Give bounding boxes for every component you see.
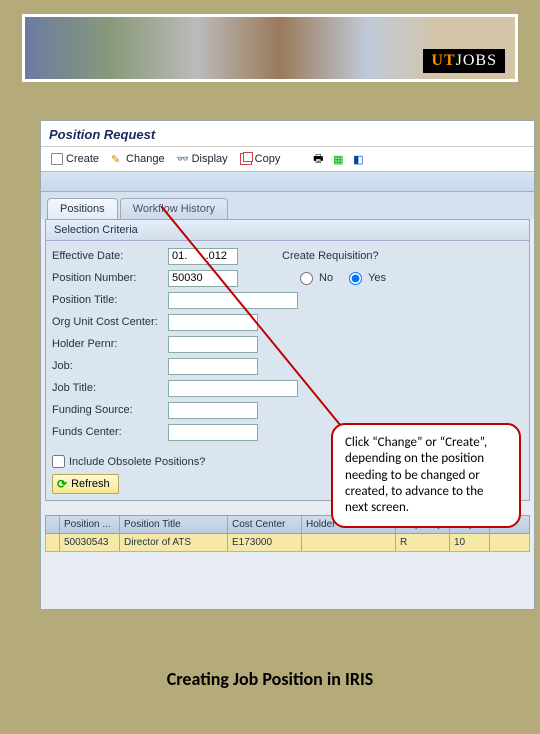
- funds-center-input[interactable]: [168, 424, 258, 441]
- create-button[interactable]: Create: [47, 151, 103, 167]
- grid-header-select[interactable]: [46, 516, 60, 533]
- holder-pernr-label: Holder Pernr:: [52, 338, 164, 350]
- funding-source-input[interactable]: [168, 402, 258, 419]
- row-position: 50030543: [60, 534, 120, 551]
- document-icon: [51, 153, 63, 165]
- row-title: Director of ATS: [120, 534, 228, 551]
- window-title: Position Request: [41, 121, 534, 147]
- change-label: Change: [126, 153, 165, 165]
- slide-caption: Creating Job Position in IRIS: [0, 668, 540, 690]
- effective-date-label: Effective Date:: [52, 250, 164, 262]
- copy-button[interactable]: Copy: [236, 151, 285, 167]
- include-obsolete-label: Include Obsolete Positions?: [69, 456, 205, 468]
- tabstrip: Positions Workflow History: [41, 192, 534, 219]
- glasses-icon: [177, 153, 189, 165]
- row-emp-grp: R: [396, 534, 450, 551]
- row-selector[interactable]: [46, 534, 60, 551]
- header-banner: UTJOBS: [22, 14, 518, 82]
- ut-jobs-logo: UTJOBS: [423, 49, 505, 73]
- copy-label: Copy: [255, 153, 281, 165]
- subheader: [41, 172, 534, 192]
- grid-header-title[interactable]: Position Title: [120, 516, 228, 533]
- yes-label: Yes: [368, 272, 386, 284]
- logo-prefix: UT: [431, 52, 455, 69]
- display-button[interactable]: Display: [173, 151, 232, 167]
- job-input[interactable]: [168, 358, 258, 375]
- effective-date-input[interactable]: [168, 248, 238, 265]
- instruction-callout: Click “Change” or “Create”, depending on…: [331, 423, 521, 528]
- requisition-yes-radio[interactable]: [349, 272, 362, 285]
- change-button[interactable]: Change: [107, 151, 169, 167]
- position-number-label: Position Number:: [52, 272, 164, 284]
- funding-source-label: Funding Source:: [52, 404, 164, 416]
- position-number-input[interactable]: [168, 270, 238, 287]
- panel-title: Selection Criteria: [46, 220, 529, 241]
- job-title-label: Job Title:: [52, 382, 164, 394]
- print-button[interactable]: 🖶: [310, 151, 326, 167]
- settings-button[interactable]: ◧: [350, 151, 366, 167]
- create-label: Create: [66, 153, 99, 165]
- tab-positions[interactable]: Positions: [47, 198, 118, 219]
- row-cost-center: E173000: [228, 534, 302, 551]
- funds-center-label: Funds Center:: [52, 426, 164, 438]
- logo-suffix: JOBS: [456, 52, 497, 69]
- position-title-input[interactable]: [168, 292, 298, 309]
- org-unit-label: Org Unit Cost Center:: [52, 316, 164, 328]
- pencil-icon: [111, 153, 123, 165]
- row-holder: [302, 534, 396, 551]
- toolbar: Create Change Display Copy 🖶 ▦ ◧: [41, 147, 534, 172]
- job-title-input[interactable]: [168, 380, 298, 397]
- requisition-no-radio[interactable]: [300, 272, 313, 285]
- position-title-label: Position Title:: [52, 294, 164, 306]
- copy-icon: [240, 153, 252, 165]
- export-button[interactable]: ▦: [330, 151, 346, 167]
- display-label: Display: [192, 153, 228, 165]
- row-emp-sub: 10: [450, 534, 490, 551]
- refresh-icon: [57, 477, 67, 491]
- refresh-label: Refresh: [71, 478, 110, 490]
- org-unit-input[interactable]: [168, 314, 258, 331]
- grid-header-position[interactable]: Position ...: [60, 516, 120, 533]
- refresh-button[interactable]: Refresh: [52, 474, 119, 494]
- tab-workflow-history[interactable]: Workflow History: [120, 198, 228, 219]
- create-requisition-label: Create Requisition?: [282, 250, 402, 262]
- app-window: Position Request Create Change Display C…: [40, 120, 535, 610]
- form: Effective Date: Create Requisition? Posi…: [46, 241, 529, 447]
- grid-header-cost-center[interactable]: Cost Center: [228, 516, 302, 533]
- include-obsolete-checkbox[interactable]: [52, 455, 65, 468]
- no-label: No: [319, 272, 333, 284]
- job-label: Job:: [52, 360, 164, 372]
- holder-pernr-input[interactable]: [168, 336, 258, 353]
- table-row[interactable]: 50030543 Director of ATS E173000 R 10: [45, 534, 530, 552]
